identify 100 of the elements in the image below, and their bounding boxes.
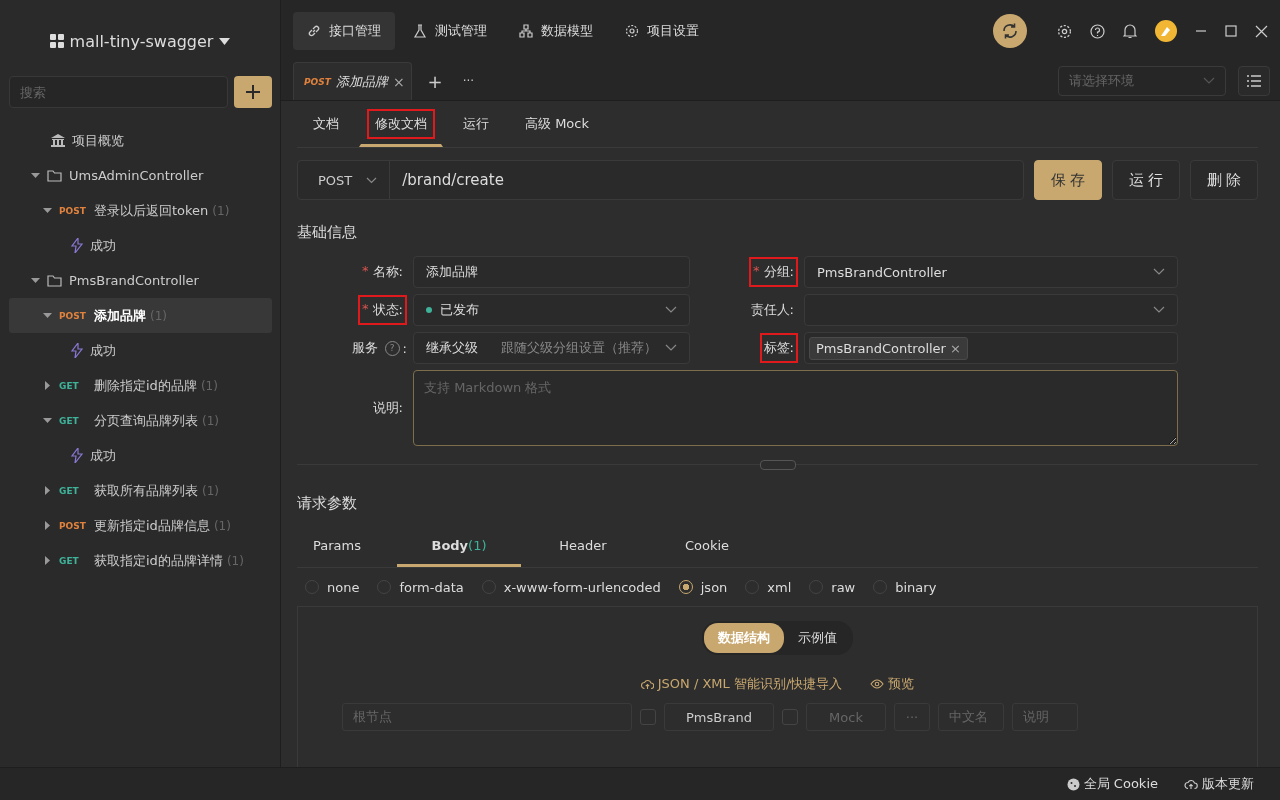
type-select[interactable]: PmsBrand: [664, 703, 774, 731]
maximize-icon[interactable]: [1225, 25, 1237, 37]
body-type-radio[interactable]: x-www-form-urlencoded: [481, 579, 661, 595]
endpoint-name: 登录以后返回token: [94, 201, 209, 220]
bank-icon: [51, 134, 65, 147]
count-label: (1): [226, 553, 244, 568]
method-label: POST: [59, 205, 87, 216]
chevron-down-icon: [1153, 306, 1165, 314]
status-select[interactable]: 已发布: [413, 294, 690, 326]
expand-caret-icon[interactable]: [43, 521, 52, 530]
grid-icon: [49, 34, 64, 48]
endpoint-name: 获取所有品牌列表: [94, 481, 198, 500]
avatar-icon[interactable]: [1155, 20, 1177, 42]
tree-item[interactable]: POST 登录以后返回token (1): [9, 193, 272, 228]
action-link[interactable]: JSON / XML 智能识别/快捷导入: [640, 675, 843, 693]
nav-tab[interactable]: 测试管理: [399, 12, 501, 50]
expand-caret-icon[interactable]: [43, 556, 52, 565]
sub-tab[interactable]: 高级 Mock: [509, 101, 605, 147]
add-button[interactable]: [234, 76, 272, 108]
body-type-radio[interactable]: xml: [745, 579, 792, 595]
select-field[interactable]: PmsBrandController: [804, 256, 1178, 288]
select-field[interactable]: [804, 294, 1178, 326]
tags-field[interactable]: PmsBrandController ×: [804, 332, 1178, 364]
close-icon[interactable]: [1255, 24, 1268, 38]
nav-tab[interactable]: 接口管理: [293, 12, 395, 50]
folder-name: PmsBrandController: [69, 273, 199, 288]
status-item[interactable]: 全局 Cookie: [1066, 775, 1158, 793]
status-item[interactable]: 版本更新: [1184, 775, 1254, 793]
tree-item[interactable]: POST 更新指定id品牌信息 (1): [9, 508, 272, 543]
param-tab[interactable]: Body(1): [397, 527, 521, 567]
sub-tab[interactable]: 运行: [447, 101, 505, 147]
label-colon: :: [402, 340, 407, 356]
chevron-down-icon: [1153, 268, 1165, 276]
param-tab[interactable]: Params: [297, 527, 377, 567]
url-field[interactable]: POST /brand/create: [297, 160, 1024, 200]
action-button[interactable]: 运 行: [1112, 160, 1180, 200]
search-field[interactable]: 搜索: [9, 76, 228, 108]
description-field[interactable]: 支持 Markdown 格式: [413, 370, 1178, 446]
nav-tab[interactable]: 项目设置: [611, 12, 713, 50]
section-title: 基础信息: [297, 223, 358, 242]
service-select[interactable]: 继承父级 跟随父级分组设置（推荐）: [413, 332, 690, 364]
tree-item[interactable]: PmsBrandController: [9, 263, 272, 298]
document-tab[interactable]: POST 添加品牌 ×: [293, 62, 412, 100]
tree-item[interactable]: GET 删除指定id的品牌 (1): [9, 368, 272, 403]
project-name[interactable]: mall-tiny-swagger: [69, 31, 214, 51]
expand-caret-icon[interactable]: [43, 381, 52, 390]
tree-item[interactable]: GET 获取指定id的品牌详情 (1): [9, 543, 272, 578]
field-label: 说明:: [371, 399, 404, 417]
lightning-icon: [71, 343, 83, 358]
count-label: (1): [200, 378, 218, 393]
nav-tab[interactable]: 数据模型: [505, 12, 607, 50]
expand-caret-icon[interactable]: [43, 311, 52, 320]
expand-caret-icon[interactable]: [43, 416, 52, 425]
endpoint-name: 分页查询品牌列表: [94, 411, 198, 430]
tree-item[interactable]: UmsAdminController: [9, 158, 272, 193]
cookie-icon: [1066, 777, 1080, 791]
add-tab-button[interactable]: +: [423, 62, 447, 100]
chevron-down-icon: [1203, 77, 1215, 85]
body-type-radio[interactable]: json: [678, 579, 728, 595]
body-type-radio[interactable]: form-data: [377, 579, 464, 595]
resize-handle[interactable]: [759, 460, 796, 470]
action-button[interactable]: 删 除: [1190, 160, 1258, 200]
bell-icon[interactable]: [1123, 23, 1137, 39]
tree-label[interactable]: 成功: [90, 446, 116, 465]
action-button[interactable]: 保 存: [1034, 160, 1102, 200]
plus-icon: [245, 84, 261, 100]
settings-icon[interactable]: [1057, 23, 1072, 39]
method-label: POST: [59, 310, 87, 321]
sync-button[interactable]: [993, 14, 1027, 48]
name-field[interactable]: 添加品牌: [413, 256, 690, 288]
expand-caret-icon[interactable]: [43, 486, 52, 495]
caret-icon[interactable]: [219, 37, 231, 45]
tree-label[interactable]: 成功: [90, 236, 116, 255]
body-type-radio[interactable]: raw: [809, 579, 856, 595]
tree-label[interactable]: 项目概览: [72, 131, 124, 150]
help-icon[interactable]: [1090, 23, 1105, 39]
required-mark: *: [753, 263, 760, 280]
sub-tab[interactable]: 修改文档: [359, 101, 443, 147]
sub-tab[interactable]: 文档: [297, 101, 355, 147]
chevron-down-icon: [665, 344, 677, 352]
sync-icon: [1001, 22, 1019, 40]
tree-label[interactable]: 成功: [90, 341, 116, 360]
param-tab[interactable]: Cookie: [645, 527, 769, 567]
body-type-radio[interactable]: none: [305, 579, 360, 595]
remove-icon[interactable]: ×: [950, 340, 961, 356]
list-button[interactable]: [1238, 66, 1270, 96]
close-icon[interactable]: ×: [392, 73, 405, 90]
endpoint-name: 删除指定id的品牌: [94, 376, 197, 395]
param-tab[interactable]: Header: [521, 527, 645, 567]
tree-item[interactable]: GET 获取所有品牌列表 (1): [9, 473, 272, 508]
expand-caret-icon[interactable]: [31, 276, 40, 285]
expand-caret-icon[interactable]: [31, 171, 40, 180]
body-type-radio[interactable]: binary: [873, 579, 937, 595]
action-link[interactable]: 预览: [870, 675, 915, 693]
field-label: 分组:: [763, 263, 794, 281]
tree-item[interactable]: GET 分页查询品牌列表 (1): [9, 403, 272, 438]
expand-caret-icon[interactable]: [43, 206, 52, 215]
required-mark: *: [362, 263, 369, 280]
mode-option[interactable]: 示例值: [784, 623, 851, 653]
more-button[interactable]: ···: [458, 62, 479, 100]
